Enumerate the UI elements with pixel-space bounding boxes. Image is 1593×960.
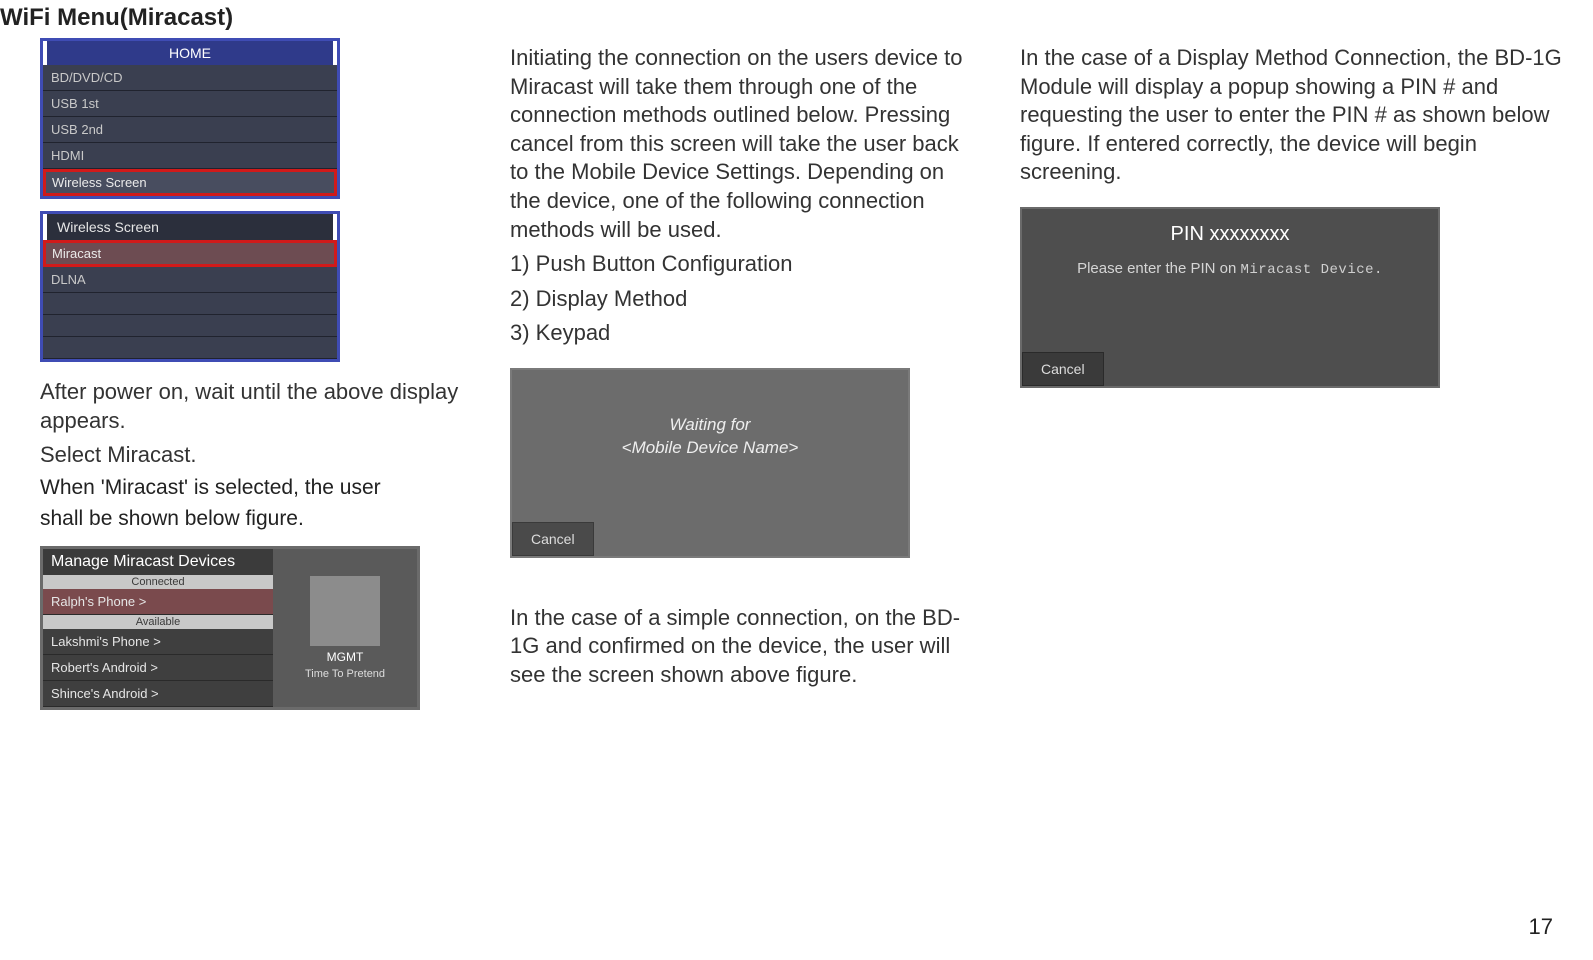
instruction-text: shall be shown below figure. bbox=[40, 505, 470, 532]
wireless-menu-screenshot: Wireless Screen Miracast DLNA bbox=[40, 211, 340, 362]
home-menu-item-selected: Wireless Screen bbox=[43, 169, 337, 196]
manage-title: Manage Miracast Devices bbox=[43, 549, 273, 575]
wireless-menu-item bbox=[43, 315, 337, 337]
instruction-text: In the case of a Display Method Connecti… bbox=[1020, 44, 1580, 187]
instruction-text: Initiating the connection on the users d… bbox=[510, 44, 980, 244]
device-row: Shince's Android > bbox=[43, 681, 273, 707]
album-art-placeholder bbox=[310, 576, 380, 646]
cancel-button[interactable]: Cancel bbox=[1022, 352, 1104, 386]
home-menu-item: HDMI bbox=[43, 143, 337, 169]
available-label: Available bbox=[43, 615, 273, 629]
device-row-selected: Ralph's Phone > bbox=[43, 589, 273, 615]
now-playing-artist: MGMT bbox=[327, 650, 364, 664]
home-menu-screenshot: HOME BD/DVD/CD USB 1st USB 2nd HDMI Wire… bbox=[40, 38, 340, 199]
wireless-menu-item bbox=[43, 337, 337, 359]
method-2: 2) Display Method bbox=[510, 285, 980, 314]
home-menu-item: USB 2nd bbox=[43, 117, 337, 143]
page-number: 17 bbox=[1529, 914, 1553, 940]
method-3: 3) Keypad bbox=[510, 319, 980, 348]
wireless-menu-item: DLNA bbox=[43, 267, 337, 293]
manage-miracast-screenshot: Manage Miracast Devices Connected Ralph'… bbox=[40, 546, 420, 710]
instruction-text: When 'Miracast' is selected, the user bbox=[40, 474, 470, 501]
page-title: WiFi Menu(Miracast) bbox=[0, 0, 1593, 38]
cancel-button[interactable]: Cancel bbox=[512, 522, 594, 556]
pin-popup-screenshot: PIN xxxxxxxx Please enter the PIN on Mir… bbox=[1020, 207, 1440, 388]
waiting-line2: <Mobile Device Name> bbox=[622, 438, 799, 457]
wireless-menu-item-selected: Miracast bbox=[43, 240, 337, 267]
pin-title: PIN xxxxxxxx bbox=[1022, 209, 1438, 254]
instruction-text: In the case of a simple connection, on t… bbox=[510, 604, 980, 690]
now-playing-track: Time To Pretend bbox=[305, 668, 385, 680]
home-menu-item: BD/DVD/CD bbox=[43, 65, 337, 91]
device-row: Lakshmi's Phone > bbox=[43, 629, 273, 655]
wireless-menu-header: Wireless Screen bbox=[43, 214, 337, 240]
wireless-menu-item bbox=[43, 293, 337, 315]
instruction-text: After power on, wait until the above dis… bbox=[40, 378, 470, 435]
connected-label: Connected bbox=[43, 575, 273, 589]
pin-body-device: Miracast Device. bbox=[1241, 262, 1383, 278]
home-menu-item: USB 1st bbox=[43, 91, 337, 117]
waiting-popup-screenshot: Waiting for <Mobile Device Name> Cancel bbox=[510, 368, 910, 558]
waiting-line1: Waiting for bbox=[670, 415, 751, 434]
method-1: 1) Push Button Configuration bbox=[510, 250, 980, 279]
pin-body-prefix: Please enter the PIN on bbox=[1077, 260, 1240, 277]
device-row: Robert's Android > bbox=[43, 655, 273, 681]
instruction-text: Select Miracast. bbox=[40, 441, 470, 470]
home-menu-header: HOME bbox=[43, 41, 337, 65]
